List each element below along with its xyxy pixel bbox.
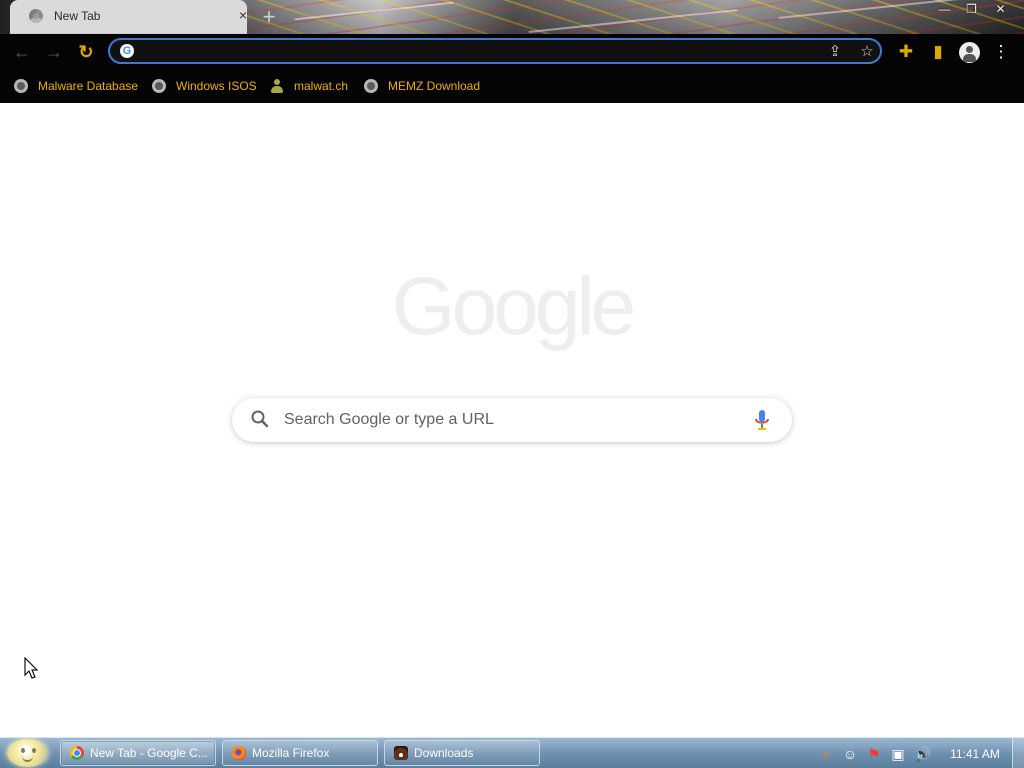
globe-icon: [152, 79, 166, 93]
globe-icon: [364, 79, 378, 93]
chrome-icon: [70, 746, 84, 760]
back-button[interactable]: ←: [12, 42, 32, 62]
bookmark-star-icon[interactable]: ☆: [858, 43, 876, 61]
taskbar-chrome-window[interactable]: New Tab - Google C...: [60, 740, 216, 766]
close-window-icon[interactable]: ✕: [989, 0, 1012, 18]
forward-button[interactable]: →: [44, 42, 64, 62]
firefox-icon: [232, 746, 246, 760]
google-search-icon: G: [120, 44, 134, 58]
taskbar-window-label: Mozilla Firefox: [252, 746, 330, 760]
google-logo: Google: [391, 261, 636, 352]
desktop-screen: New Tab × + — ❐ ✕ ← → ↻ G ⇪ ☆ ✚ ▮ ⋮ Malw…: [0, 0, 1024, 768]
bookmark-label: MEMZ Download: [388, 79, 481, 93]
globe-icon: [14, 79, 28, 93]
flag-tray-icon[interactable]: ⚑: [866, 746, 882, 762]
mouse-pointer-icon: [24, 657, 38, 679]
theme-streak: [294, 1, 454, 21]
minimize-window-icon[interactable]: —: [933, 0, 956, 18]
tab-title: New Tab: [54, 9, 101, 23]
bookmark-label: Windows ISOS: [176, 79, 257, 93]
bookmark-malwat-ch[interactable]: malwat.ch: [270, 75, 348, 97]
network-tray-icon[interactable]: ▣: [890, 746, 906, 762]
taskbar-downloads-window[interactable]: Downloads: [384, 740, 540, 766]
window-controls: — ❐ ✕: [929, 0, 1024, 18]
taskbar-window-label: New Tab - Google C...: [90, 746, 208, 760]
bookmarks-bar: Malware Database Windows ISOS malwat.ch …: [0, 70, 1024, 103]
smile-mouth-icon: [22, 755, 33, 762]
bookmark-malware-database[interactable]: Malware Database: [14, 75, 138, 97]
status-tray-icon[interactable]: ☺: [842, 746, 858, 762]
volume-tray-icon[interactable]: 🔊: [914, 746, 931, 762]
tab-new-tab[interactable]: New Tab ×: [10, 0, 247, 34]
search-icon: [251, 410, 269, 428]
taskbar-window-label: Downloads: [414, 746, 474, 760]
restore-window-icon[interactable]: ❐: [960, 0, 983, 18]
close-tab-icon[interactable]: ×: [235, 7, 251, 23]
new-tab-page: Google Search Google or type a URL: [0, 103, 1024, 737]
search-tray-icon[interactable]: ⌕: [818, 746, 834, 762]
address-input[interactable]: [142, 43, 796, 62]
more-menu-icon[interactable]: ⋮: [990, 41, 1012, 63]
bookmark-label: Malware Database: [38, 79, 139, 93]
theme-streak: [528, 9, 738, 33]
people-icon: [270, 79, 284, 93]
taskbar-firefox-window[interactable]: Mozilla Firefox: [222, 740, 378, 766]
system-clock[interactable]: 11:41 AM: [946, 746, 1004, 762]
address-bar[interactable]: G ⇪ ☆: [108, 38, 882, 64]
reload-button[interactable]: ↻: [76, 42, 96, 62]
show-desktop-button[interactable]: [1012, 738, 1024, 768]
new-tab-page-icon: [29, 9, 43, 23]
downloads-folder-icon: [394, 746, 408, 760]
search-placeholder: Search Google or type a URL: [284, 411, 494, 428]
windows-taskbar: New Tab - Google C... Mozilla Firefox Do…: [0, 737, 1024, 768]
browser-toolbar: ← → ↻ G ⇪ ☆ ✚ ▮ ⋮: [0, 34, 1024, 70]
bookmark-memz-download[interactable]: MEMZ Download: [364, 75, 480, 97]
start-button[interactable]: [7, 739, 48, 767]
smile-eye-icon: [32, 748, 36, 753]
bookmark-label: malwat.ch: [294, 79, 349, 93]
new-tab-button[interactable]: +: [258, 6, 280, 28]
share-icon[interactable]: ⇪: [826, 43, 844, 61]
microphone-icon[interactable]: [753, 409, 771, 431]
smile-eye-icon: [21, 748, 25, 753]
side-panel-icon[interactable]: ▮: [927, 41, 949, 63]
extensions-icon[interactable]: ✚: [895, 41, 917, 63]
profile-avatar[interactable]: [959, 42, 980, 63]
browser-theme-art: [238, 0, 1024, 34]
google-search-box[interactable]: Search Google or type a URL: [232, 398, 792, 442]
bookmark-windows-isos[interactable]: Windows ISOS: [152, 75, 257, 97]
browser-titlebar: New Tab × + — ❐ ✕: [0, 0, 1024, 34]
